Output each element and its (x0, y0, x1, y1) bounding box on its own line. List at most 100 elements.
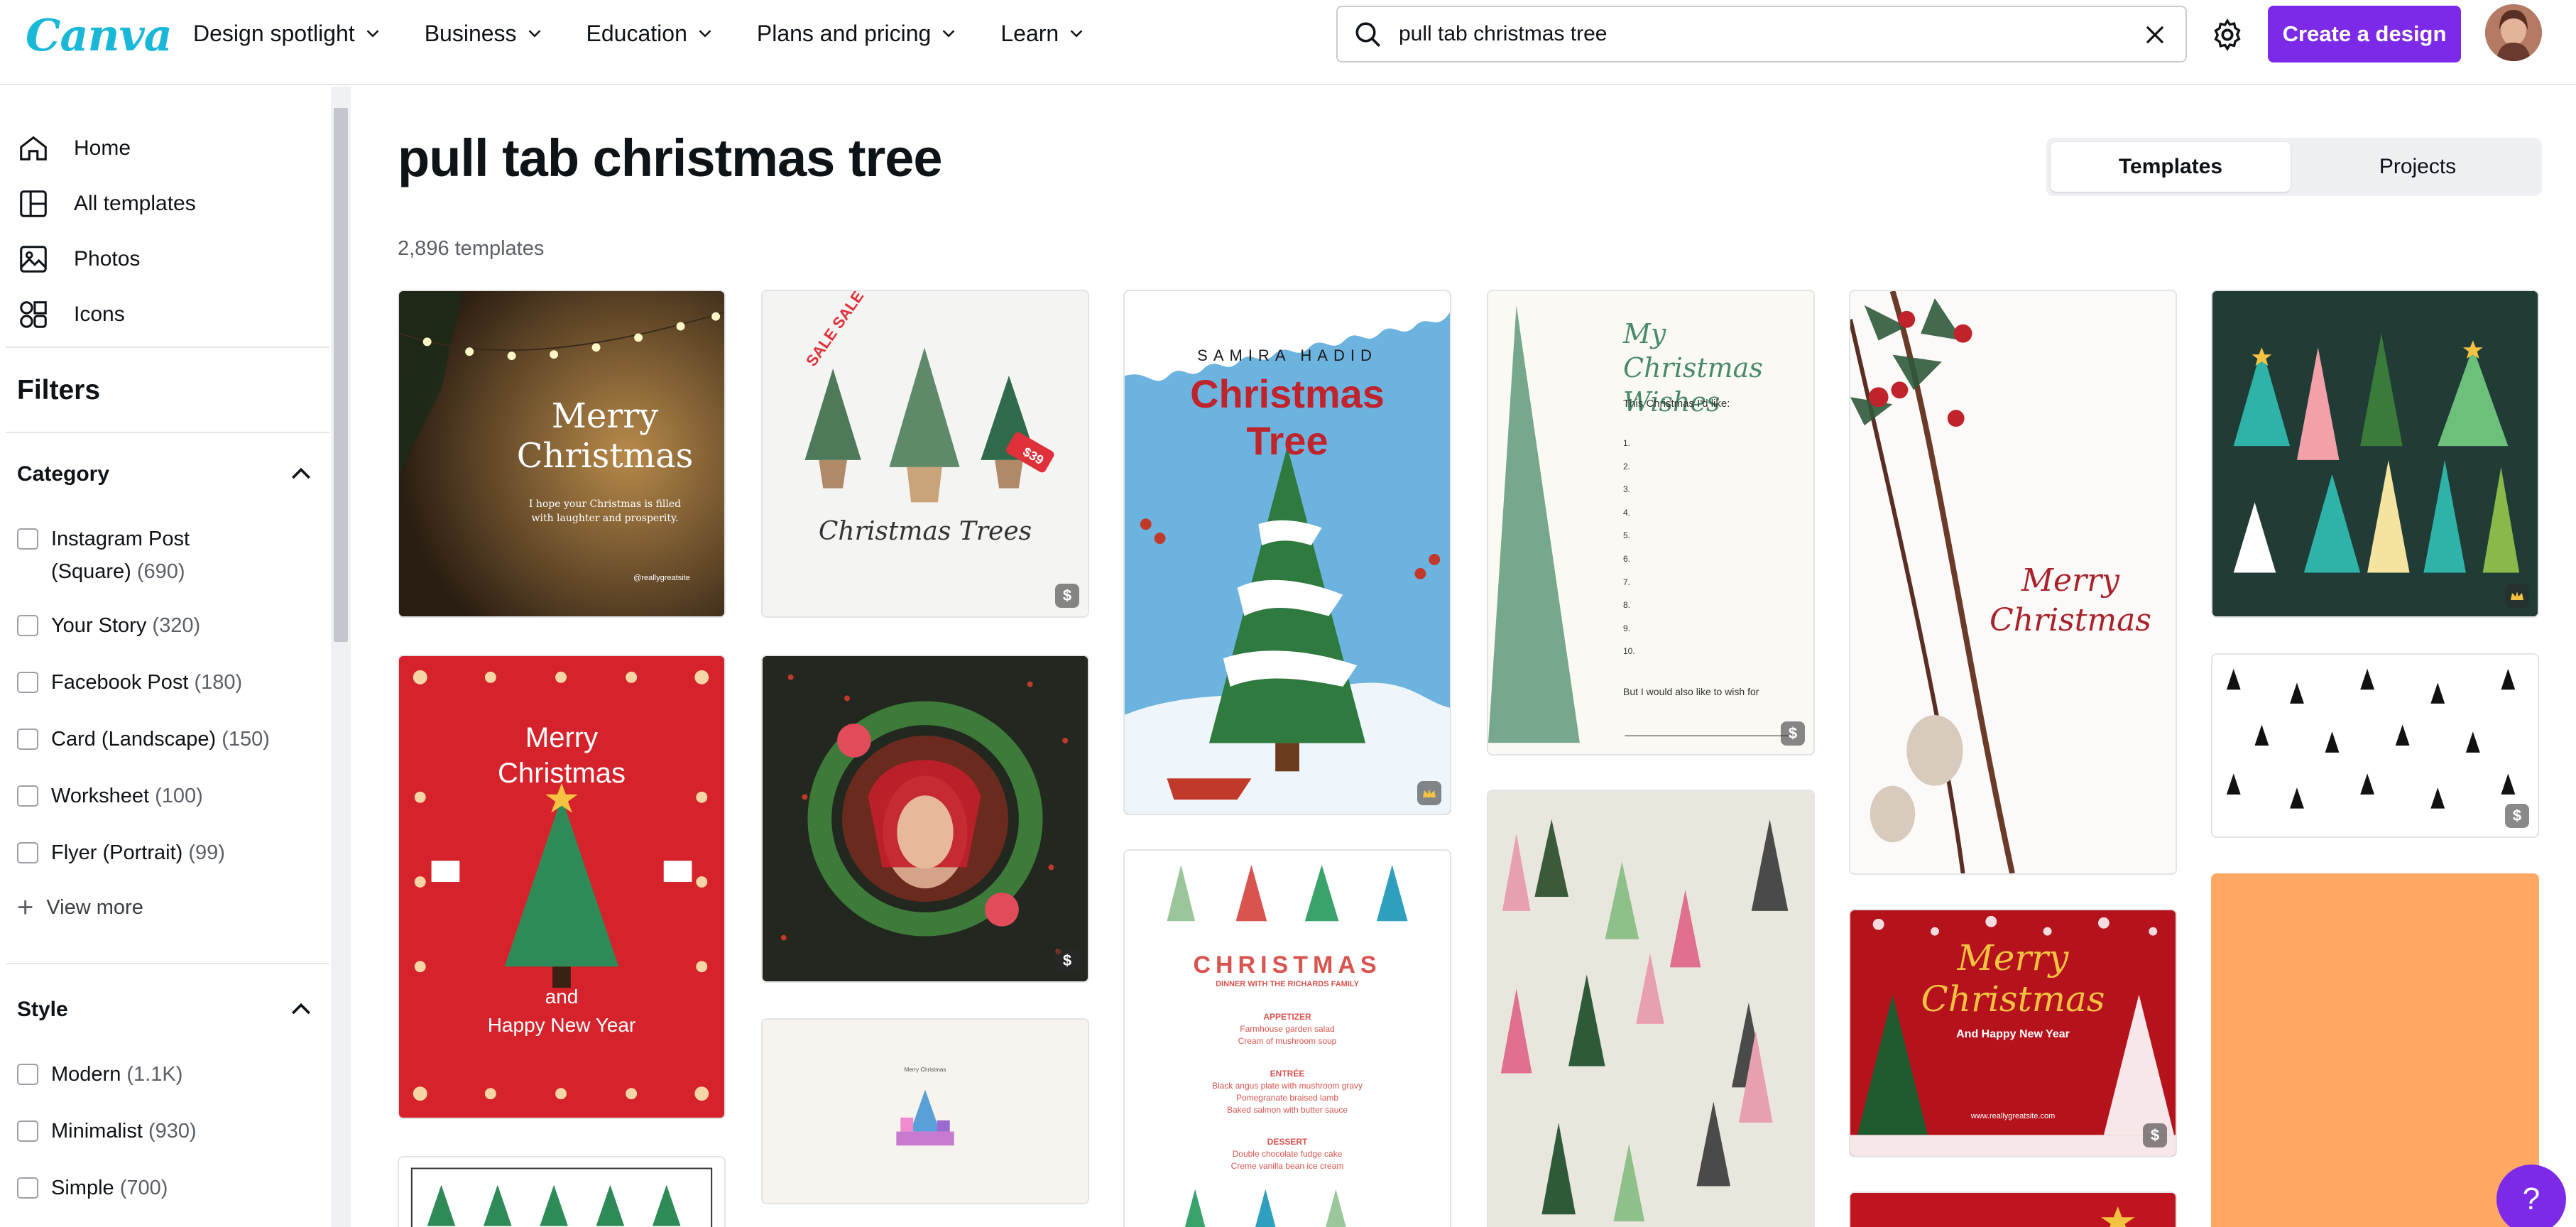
template-card[interactable] (1849, 1191, 2177, 1227)
checkbox[interactable] (17, 729, 38, 750)
checkbox[interactable] (17, 1120, 38, 1142)
sidebar-item-home[interactable]: Home (17, 131, 131, 166)
nav-business[interactable]: Business (425, 18, 545, 48)
style-section-toggle[interactable]: Style (17, 996, 315, 1024)
chevron-down-icon (699, 30, 711, 38)
menu-line: Creme vanilla bean ice cream (1230, 1161, 1344, 1171)
premium-badge: $ (2143, 1123, 2167, 1147)
checkbox[interactable] (17, 615, 38, 636)
card-footer: But I would also like to wish for (1623, 686, 1759, 697)
filter-your-story[interactable]: Your Story (320) (17, 609, 200, 642)
list-number: 2. (1623, 461, 1631, 471)
sidebar: Home All templates Photos Icons Filters … (0, 87, 334, 1227)
filter-minimalist[interactable]: Minimalist (930) (17, 1115, 197, 1147)
gear-icon[interactable] (2210, 17, 2245, 53)
filter-text: Modern (51, 1063, 121, 1086)
results-tabs: Templates Projects (2046, 138, 2542, 196)
chevron-down-icon (942, 30, 955, 38)
sidebar-item-label: All templates (74, 192, 196, 215)
sidebar-item-photos[interactable]: Photos (17, 241, 140, 277)
category-title: Category (17, 462, 110, 486)
list-number: 5. (1623, 530, 1631, 541)
checkbox[interactable] (17, 842, 38, 863)
card-text: and (545, 986, 579, 1008)
filter-modern[interactable]: Modern (1.1K) (17, 1058, 182, 1091)
template-card[interactable]: Merry Christmas And Happy New Year www.re… (1849, 909, 2177, 1157)
template-card[interactable]: Merry Christmas I hope your Christmas is … (398, 290, 726, 618)
scrollbar-thumb[interactable] (334, 108, 348, 642)
premium-badge: $ (2505, 804, 2529, 828)
sidebar-scrollbar[interactable] (331, 87, 351, 1227)
list-number: 8. (1623, 600, 1631, 611)
filter-simple[interactable]: Simple (700) (17, 1172, 168, 1204)
filter-card-landscape[interactable]: Card (Landscape) (150) (17, 723, 270, 756)
card-script: Christmas Trees (818, 517, 1032, 546)
checkbox[interactable] (17, 785, 38, 807)
filter-text: Flyer (Portrait) (51, 841, 183, 864)
nav-plans-and-pricing[interactable]: Plans and pricing (757, 18, 959, 48)
sidebar-item-icons[interactable]: Icons (17, 297, 125, 332)
card-text: I hope your Christmas is filled (528, 498, 682, 510)
template-thumbnail (1125, 291, 1450, 814)
templates-icon (20, 190, 47, 217)
crown-shape (2511, 591, 2523, 600)
template-card[interactable]: SAMIRA HADID Christmas Tree (1123, 290, 1451, 815)
checkbox[interactable] (17, 1177, 38, 1199)
list-number: 10. (1623, 646, 1635, 657)
search-icon (1355, 22, 1380, 47)
card-text: Christmas (516, 436, 694, 476)
template-card[interactable] (2211, 873, 2539, 1227)
filter-facebook-post[interactable]: Facebook Post (180) (17, 666, 242, 699)
sidebar-item-all-templates[interactable]: All templates (17, 186, 196, 222)
template-card[interactable] (1487, 790, 1815, 1227)
template-card[interactable]: CHRISTMAS DINNER WITH THE RICHARDS FAMIL… (1123, 849, 1451, 1227)
checkbox[interactable] (17, 528, 38, 550)
help-button[interactable]: ? (2496, 1165, 2566, 1227)
view-more-button[interactable]: + View more (17, 892, 143, 924)
menu-line: Black angus plate with mushroom gravy (1211, 1081, 1363, 1091)
template-card[interactable]: Merry Christmas (761, 1018, 1089, 1204)
template-card[interactable] (2211, 290, 2539, 618)
filter-text: Simple (51, 1177, 114, 1199)
tab-projects[interactable]: Projects (2298, 142, 2538, 192)
checkbox[interactable] (17, 672, 38, 693)
filter-text: Worksheet (51, 785, 150, 807)
card-text: Happy New Year (487, 1014, 636, 1036)
template-card[interactable]: Merry Christmas and Happy New Year (398, 655, 726, 1119)
filter-flyer-portrait[interactable]: Flyer (Portrait) (99) (17, 836, 225, 869)
user-photo (2485, 4, 2542, 61)
create-design-button[interactable]: Create a design (2268, 6, 2461, 62)
template-thumbnail (1488, 791, 1813, 1227)
filter-count: (690) (136, 560, 185, 583)
crown-icon (2505, 584, 2529, 608)
checkbox[interactable] (17, 1064, 38, 1085)
canva-logo[interactable]: Canva (26, 7, 173, 64)
menu-section: APPETIZER Farmhouse garden salad Cream o… (1125, 1011, 1450, 1047)
menu-title: APPETIZER (1263, 1012, 1311, 1022)
card-name: SAMIRA HADID (1197, 347, 1377, 364)
crown-icon (1417, 781, 1441, 805)
template-card[interactable] (398, 1156, 726, 1227)
template-card[interactable]: SALE SALE SALE $39 Christmas Trees $ (761, 290, 1089, 618)
filter-count: (99) (188, 841, 225, 864)
filter-instagram-post[interactable]: Instagram Post (Square) (690) (17, 523, 190, 588)
list-number: 3. (1623, 484, 1631, 495)
template-card[interactable]: $ (761, 655, 1089, 983)
card-subheading: DINNER WITH THE RICHARDS FAMILY (1216, 980, 1359, 988)
avatar[interactable] (2485, 4, 2542, 61)
nav-learn[interactable]: Learn (1000, 18, 1087, 48)
filter-worksheet[interactable]: Worksheet (100) (17, 780, 203, 812)
nav-design-spotlight[interactable]: Design spotlight (193, 18, 383, 48)
template-card[interactable]: Merry Christmas (1849, 290, 2177, 875)
top-navigation: Canva Design spotlight Business Educatio… (0, 0, 2576, 85)
category-section-toggle[interactable]: Category (17, 460, 315, 489)
tab-templates[interactable]: Templates (2051, 142, 2291, 192)
template-card[interactable]: $ (2211, 653, 2539, 838)
nav-education[interactable]: Education (586, 18, 716, 48)
template-card[interactable]: My Christmas Wishes This Christmas I'd li… (1487, 290, 1815, 756)
search-input[interactable] (1399, 18, 2109, 50)
main-nav: Design spotlight Business Education Plan… (193, 18, 1128, 48)
card-text: Merry (2021, 562, 2119, 599)
list-number: 1. (1623, 438, 1631, 448)
close-icon[interactable] (2141, 21, 2168, 48)
